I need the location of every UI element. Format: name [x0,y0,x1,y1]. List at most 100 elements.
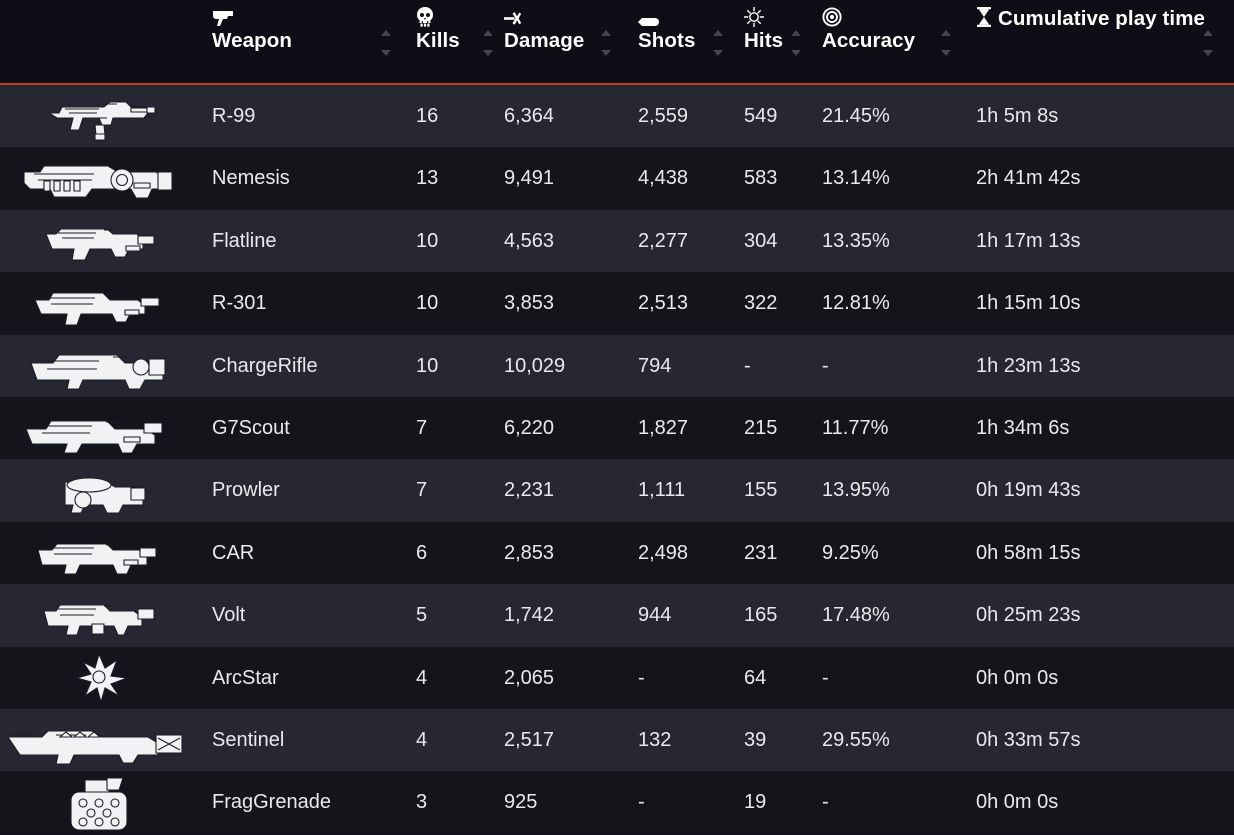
skull-icon [416,7,434,27]
sort-descending-icon[interactable] [1203,50,1213,56]
hourglass-icon [976,7,992,27]
sort-ascending-icon[interactable] [791,30,801,36]
cell-accuracy: 13.14% [822,167,890,190]
cell-shots: 132 [638,728,672,751]
table-row[interactable]: G7Scout 7 6,220 1,827 215 11.77% 1h 34m 6s [0,396,1234,460]
cell-accuracy: - [822,354,829,377]
column-header-label-hits: Hits [744,29,784,52]
column-header-label-weapon: Weapon [212,29,292,52]
cell-kills: 10 [416,292,439,315]
table-body: R-99 16 6,364 2,559 549 21.45% 1h 5m 8s Nemesis… [0,85,1234,834]
table-row[interactable]: FragGrenade 3 925 - 19 - 0h 0m 0s [0,771,1234,834]
table-row[interactable]: Prowler 7 2,231 1,111 155 13.95% 0h 19m 43s [0,459,1234,522]
cell-hits: 549 [744,105,778,127]
cell-shots: - [638,791,645,814]
sort-toggle-3[interactable] [712,30,724,56]
chargerifle-icon [0,335,200,397]
cell-damage: 2,517 [504,728,555,751]
sort-toggle-6[interactable] [1202,30,1214,56]
sort-toggle-0[interactable] [380,30,392,56]
cell-accuracy: 13.95% [822,479,890,502]
sort-toggle-5[interactable] [940,30,952,56]
sort-ascending-icon[interactable] [381,30,391,36]
sort-descending-icon[interactable] [601,50,611,56]
cell-time: 1h 34m 6s [976,416,1070,439]
sort-descending-icon[interactable] [483,50,493,56]
cell-weapon: FragGrenade [212,791,331,814]
cell-hits: 19 [744,791,767,814]
sort-descending-icon[interactable] [791,50,801,56]
column-header-weapon[interactable]: Weapon [212,11,408,54]
table-row[interactable]: Volt 5 1,742 944 165 17.48% 0h 25m 23s [0,584,1234,647]
cell-damage: 1,742 [504,604,555,627]
volt-icon [0,584,200,646]
cell-weapon: CAR [212,541,255,564]
table-header: Weapon Kills Damage Shots Hits Accuracy Cumula… [0,0,1234,85]
prowler-icon [0,459,200,521]
column-header-label-kills: Kills [416,29,460,52]
table-row[interactable]: ArcStar 4 2,065 - 64 - 0h 0m 0s [0,646,1234,709]
cell-shots: 944 [638,604,672,627]
cell-accuracy: - [822,791,829,814]
column-header-hits[interactable]: Hits [744,7,816,54]
table-row[interactable]: Nemesis 13 9,491 4,438 583 13.14% 2h 41m 42s [0,147,1234,210]
cell-weapon: Sentinel [212,728,285,751]
cell-kills: 10 [416,229,439,252]
sort-toggle-4[interactable] [790,30,802,56]
sort-descending-icon[interactable] [941,50,951,56]
cell-damage: 6,364 [504,105,555,127]
cell-time: 0h 58m 15s [976,541,1081,564]
cell-hits: 231 [744,541,778,564]
cell-weapon: R-301 [212,292,267,315]
sort-ascending-icon[interactable] [483,30,493,36]
sort-ascending-icon[interactable] [601,30,611,36]
cell-accuracy: 21.45% [822,105,890,127]
cell-damage: 925 [504,791,538,814]
table-header-row: Weapon Kills Damage Shots Hits Accuracy Cumula… [0,0,1234,83]
nemesis-icon [0,147,200,209]
cell-damage: 4,563 [504,229,555,252]
cell-time: 0h 33m 57s [976,728,1081,751]
cell-hits: 155 [744,479,778,502]
sort-descending-icon[interactable] [381,50,391,56]
table-row[interactable]: ChargeRifle 10 10,029 794 - - 1h 23m 13s [0,334,1234,397]
cell-time: 0h 0m 0s [976,791,1059,814]
r99-icon [0,85,200,147]
cell-hits: 583 [744,167,778,190]
cell-accuracy: 29.55% [822,728,890,751]
cell-accuracy: - [822,666,829,689]
sort-ascending-icon[interactable] [1203,30,1213,36]
column-header-label-time: Cumulative play time [998,7,1206,30]
cell-time: 0h 19m 43s [976,479,1081,502]
table-row[interactable]: Flatline 10 4,563 2,277 304 13.35% 1h 17m 13s [0,209,1234,273]
cell-weapon: ArcStar [212,666,279,689]
cell-time: 1h 17m 13s [976,229,1081,252]
cell-shots: 794 [638,354,672,377]
cell-hits: 322 [744,292,778,315]
damage-icon [504,11,526,27]
cell-damage: 2,853 [504,541,555,564]
cell-weapon: Prowler [212,479,280,502]
cell-kills: 7 [416,416,428,439]
bullet-icon [638,17,660,27]
cell-time: 1h 23m 13s [976,354,1081,377]
cell-damage: 9,491 [504,167,555,190]
cell-weapon: Nemesis [212,167,290,190]
cell-damage: 10,029 [504,354,566,377]
table-row[interactable]: CAR 6 2,853 2,498 231 9.25% 0h 58m 15s [0,521,1234,585]
table-row[interactable]: R-301 10 3,853 2,513 322 12.81% 1h 15m 10s [0,272,1234,335]
sort-toggle-2[interactable] [600,30,612,56]
sentinel-icon [0,709,200,771]
cell-hits: 39 [744,728,767,751]
sort-descending-icon[interactable] [713,50,723,56]
sort-ascending-icon[interactable] [941,30,951,36]
table-row[interactable]: R-99 16 6,364 2,559 549 21.45% 1h 5m 8s [0,85,1234,148]
cell-kills: 10 [416,354,439,377]
column-header-label-accuracy: Accuracy [822,29,916,52]
table-row[interactable]: Sentinel 4 2,517 132 39 29.55% 0h 33m 57s [0,708,1234,772]
cell-kills: 13 [416,167,439,190]
sort-ascending-icon[interactable] [713,30,723,36]
cell-accuracy: 13.35% [822,229,890,252]
column-header-time[interactable]: Cumulative play time [976,6,1206,32]
sort-toggle-1[interactable] [482,30,494,56]
